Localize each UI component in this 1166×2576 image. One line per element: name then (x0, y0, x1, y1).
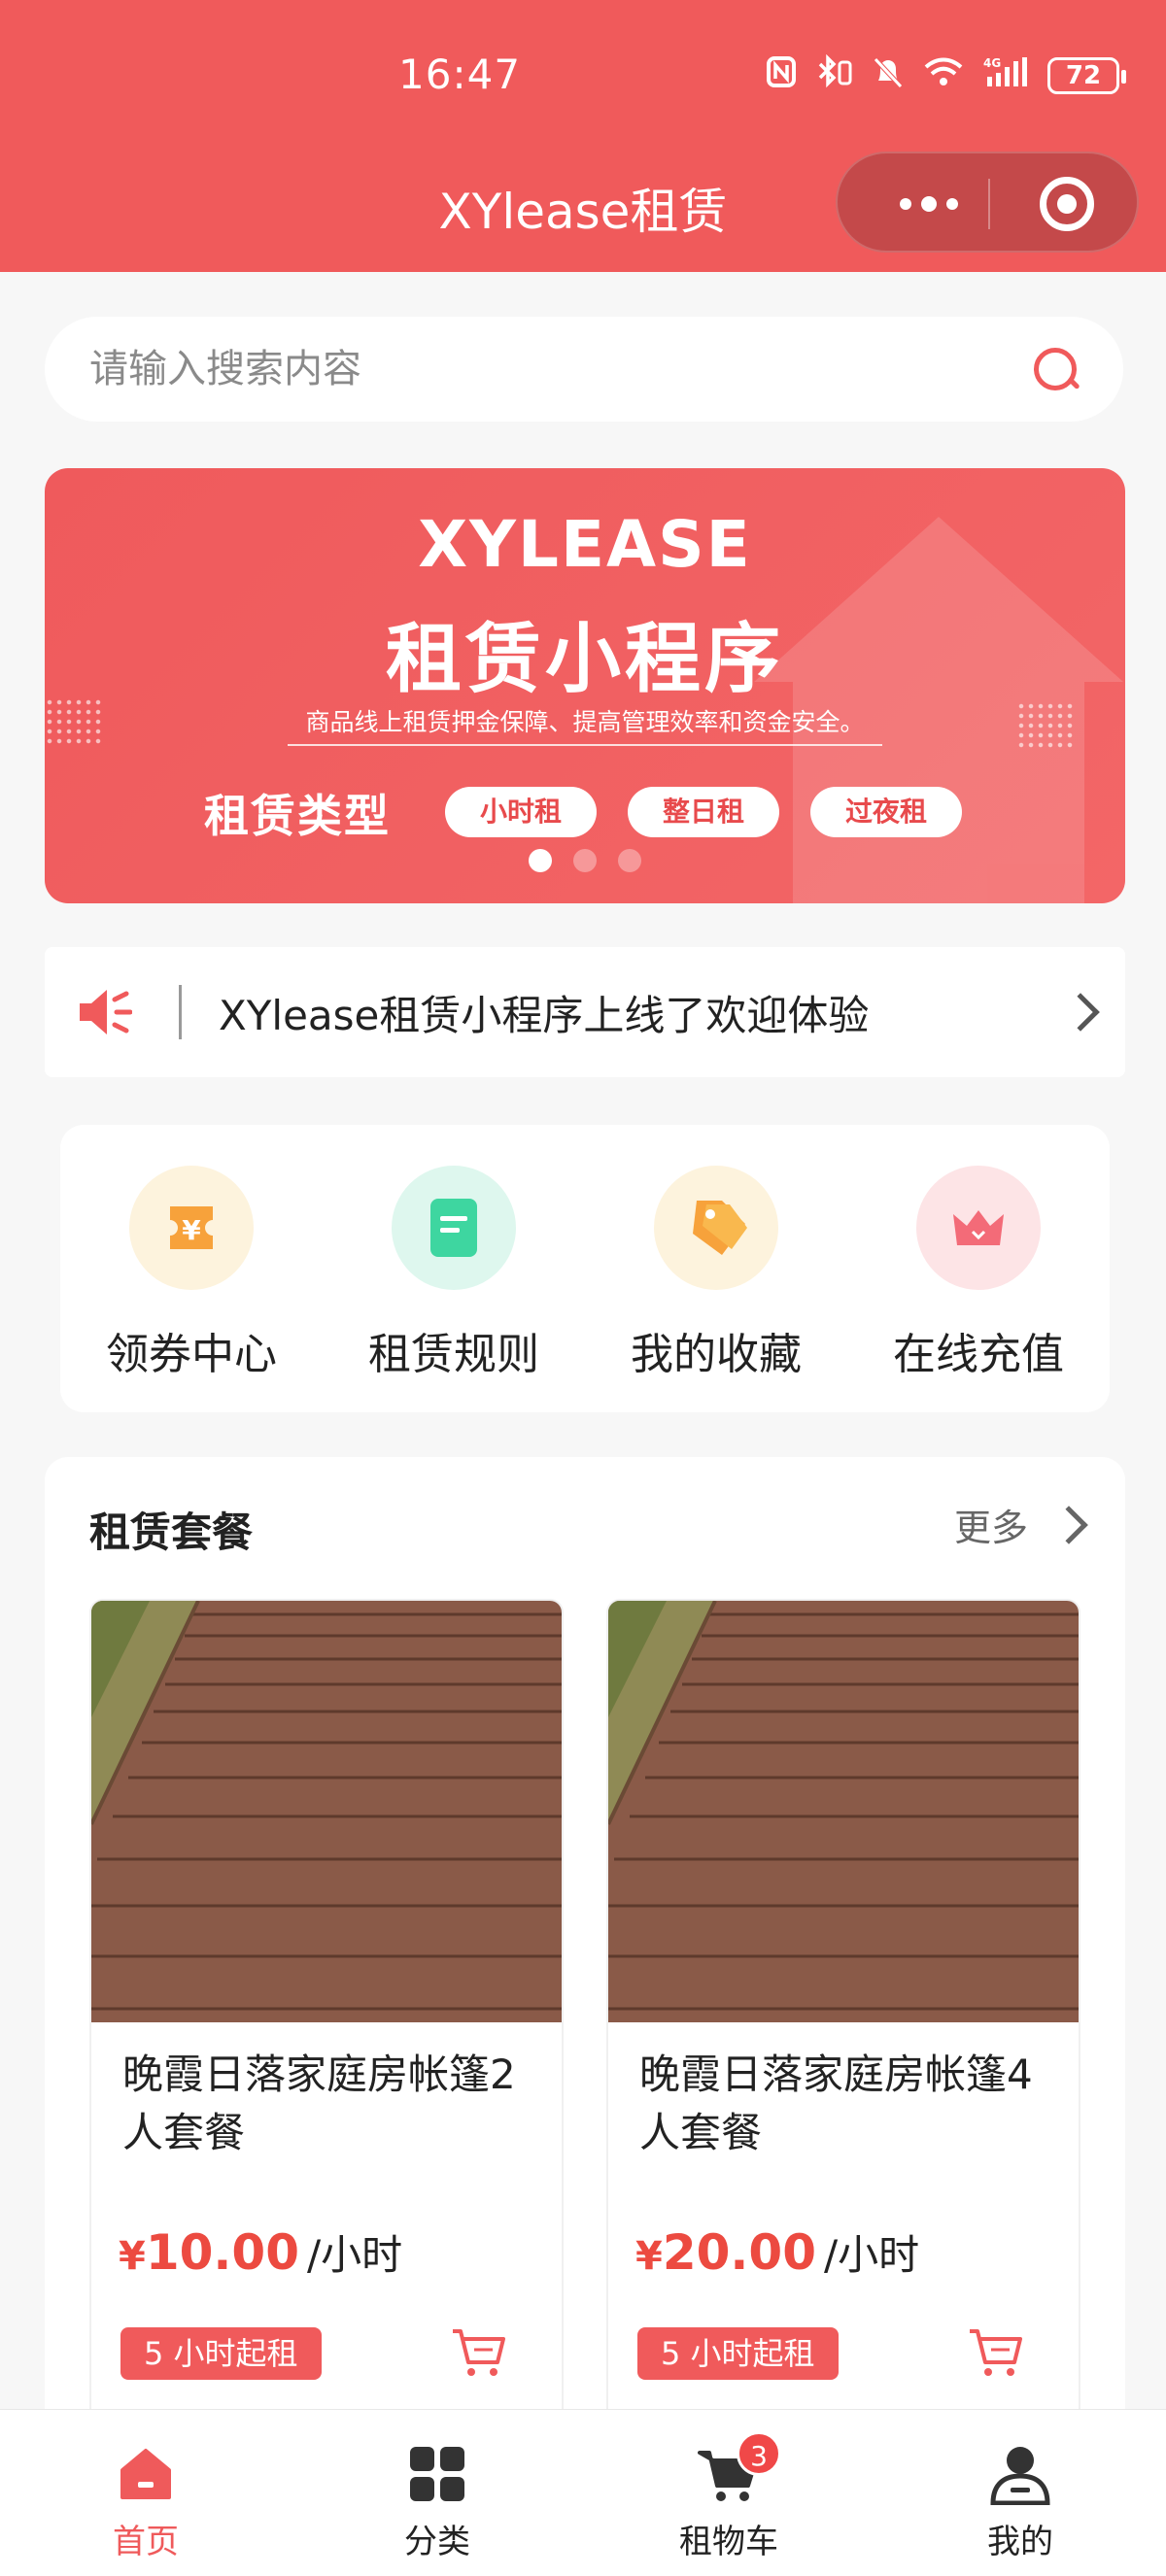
battery-indicator: 72 (1047, 57, 1126, 94)
more-menu-icon[interactable] (880, 185, 977, 223)
home-icon (120, 2449, 171, 2499)
app-header: 16:47 4G 72 XYlease租赁 (0, 0, 1166, 272)
menu-label: 领券中心 (106, 1330, 277, 1379)
carousel-dot[interactable] (618, 849, 641, 872)
banner-type-pill: 过夜租 (810, 787, 962, 837)
min-rent-badge: 5 小时起租 (120, 2327, 322, 2380)
recharge-icon (916, 1166, 1041, 1290)
currency-symbol: ¥ (119, 2234, 146, 2279)
banner-title-en: XYLEASE (418, 507, 752, 582)
wifi-icon (923, 56, 964, 95)
price-unit: /小时 (307, 2231, 403, 2279)
tab-label: 我的 (987, 2523, 1053, 2561)
signal-4g-icon: 4G (983, 55, 1028, 96)
min-rent-badge: 5 小时起租 (637, 2327, 839, 2380)
menu-label: 在线充值 (893, 1330, 1064, 1379)
carousel-dot[interactable] (529, 849, 552, 872)
banner-type-pill: 整日租 (628, 787, 779, 837)
section-title: 租赁套餐 (89, 1508, 254, 1556)
package-price: ¥ 10.00 /小时 (119, 2222, 402, 2282)
close-miniprogram-icon[interactable] (1040, 177, 1094, 231)
capsule-divider (988, 179, 990, 229)
menu-label: 我的收藏 (631, 1330, 802, 1379)
svg-text:¥: ¥ (182, 1214, 201, 1246)
price-unit: /小时 (824, 2231, 920, 2279)
search-input[interactable] (89, 347, 1032, 391)
dot-pattern (1016, 701, 1075, 748)
quick-menu: ¥ 领券中心 租赁规则 我的收藏 在线充值 (60, 1125, 1110, 1412)
banner-title-cn: 租赁小程序 (385, 616, 784, 703)
product-image[interactable] (91, 1601, 562, 2022)
product-image[interactable] (608, 1601, 1079, 2022)
tab-category[interactable]: 分类 (292, 2410, 583, 2576)
rules-icon (392, 1166, 516, 1290)
more-link[interactable]: 更多 (953, 1498, 1088, 1551)
bluetooth-icon (816, 53, 853, 97)
tab-cart[interactable]: 3 租物车 (583, 2410, 874, 2576)
status-time: 16:47 (398, 51, 522, 98)
tab-label: 首页 (113, 2523, 179, 2561)
tab-label: 租物车 (679, 2523, 778, 2561)
tab-home[interactable]: 首页 (0, 2410, 292, 2576)
coupon-icon: ¥ (129, 1166, 254, 1290)
notice-divider (179, 985, 182, 1039)
more-label: 更多 (953, 1507, 1028, 1549)
add-to-cart-icon[interactable] (449, 2323, 507, 2382)
menu-item-recharge[interactable]: 在线充值 (862, 1166, 1095, 1412)
tab-profile[interactable]: 我的 (874, 2410, 1166, 2576)
tab-label: 分类 (404, 2523, 470, 2561)
package-price: ¥ 20.00 /小时 (635, 2222, 919, 2282)
notice-bar[interactable]: XYlease租赁小程序上线了欢迎体验 (45, 947, 1125, 1077)
search-icon[interactable] (1032, 346, 1079, 392)
nfc-icon (766, 55, 797, 96)
package-name: 晚霞日落家庭房帐篷2人套餐 (122, 2051, 516, 2156)
banner-subtitle: 商品线上租赁押金保障、提高管理效率和资金安全。 (288, 703, 882, 746)
carousel-dot[interactable] (573, 849, 597, 872)
currency-symbol: ¥ (635, 2234, 663, 2279)
miniprogram-capsule (836, 152, 1139, 253)
chevron-right-icon (1049, 1505, 1088, 1544)
cart-count-badge: 3 (737, 2431, 781, 2476)
menu-item-rules[interactable]: 租赁规则 (337, 1166, 570, 1412)
banner-type-pill: 小时租 (445, 787, 597, 837)
chevron-right-icon[interactable] (1061, 993, 1100, 1032)
add-to-cart-icon[interactable] (966, 2323, 1024, 2382)
speaker-icon (76, 984, 133, 1040)
mute-bell-icon (873, 55, 904, 96)
profile-icon (990, 2447, 1050, 2506)
search-bar[interactable] (45, 317, 1123, 422)
menu-label: 租赁规则 (368, 1330, 539, 1379)
category-icon (410, 2447, 464, 2501)
bottom-tab-bar: 首页 分类 3 租物车 我的 (0, 2409, 1166, 2576)
menu-item-favorites[interactable]: 我的收藏 (600, 1166, 833, 1412)
status-icons: 4G 72 (766, 53, 1126, 97)
price-value: 20.00 (662, 2224, 816, 2281)
menu-item-coupons[interactable]: ¥ 领券中心 (75, 1166, 308, 1412)
carousel-indicators (45, 849, 1125, 872)
banner-types-label: 租赁类型 (204, 790, 391, 842)
package-name: 晚霞日落家庭房帐篷4人套餐 (639, 2051, 1033, 2156)
promo-banner[interactable]: XYLEASE 租赁小程序 商品线上租赁押金保障、提高管理效率和资金安全。 租赁… (45, 468, 1125, 903)
price-value: 10.00 (145, 2224, 299, 2281)
favorite-tag-icon (654, 1166, 778, 1290)
svg-text:4G: 4G (983, 56, 1001, 70)
notice-text: XYlease租赁小程序上线了欢迎体验 (219, 991, 870, 1039)
